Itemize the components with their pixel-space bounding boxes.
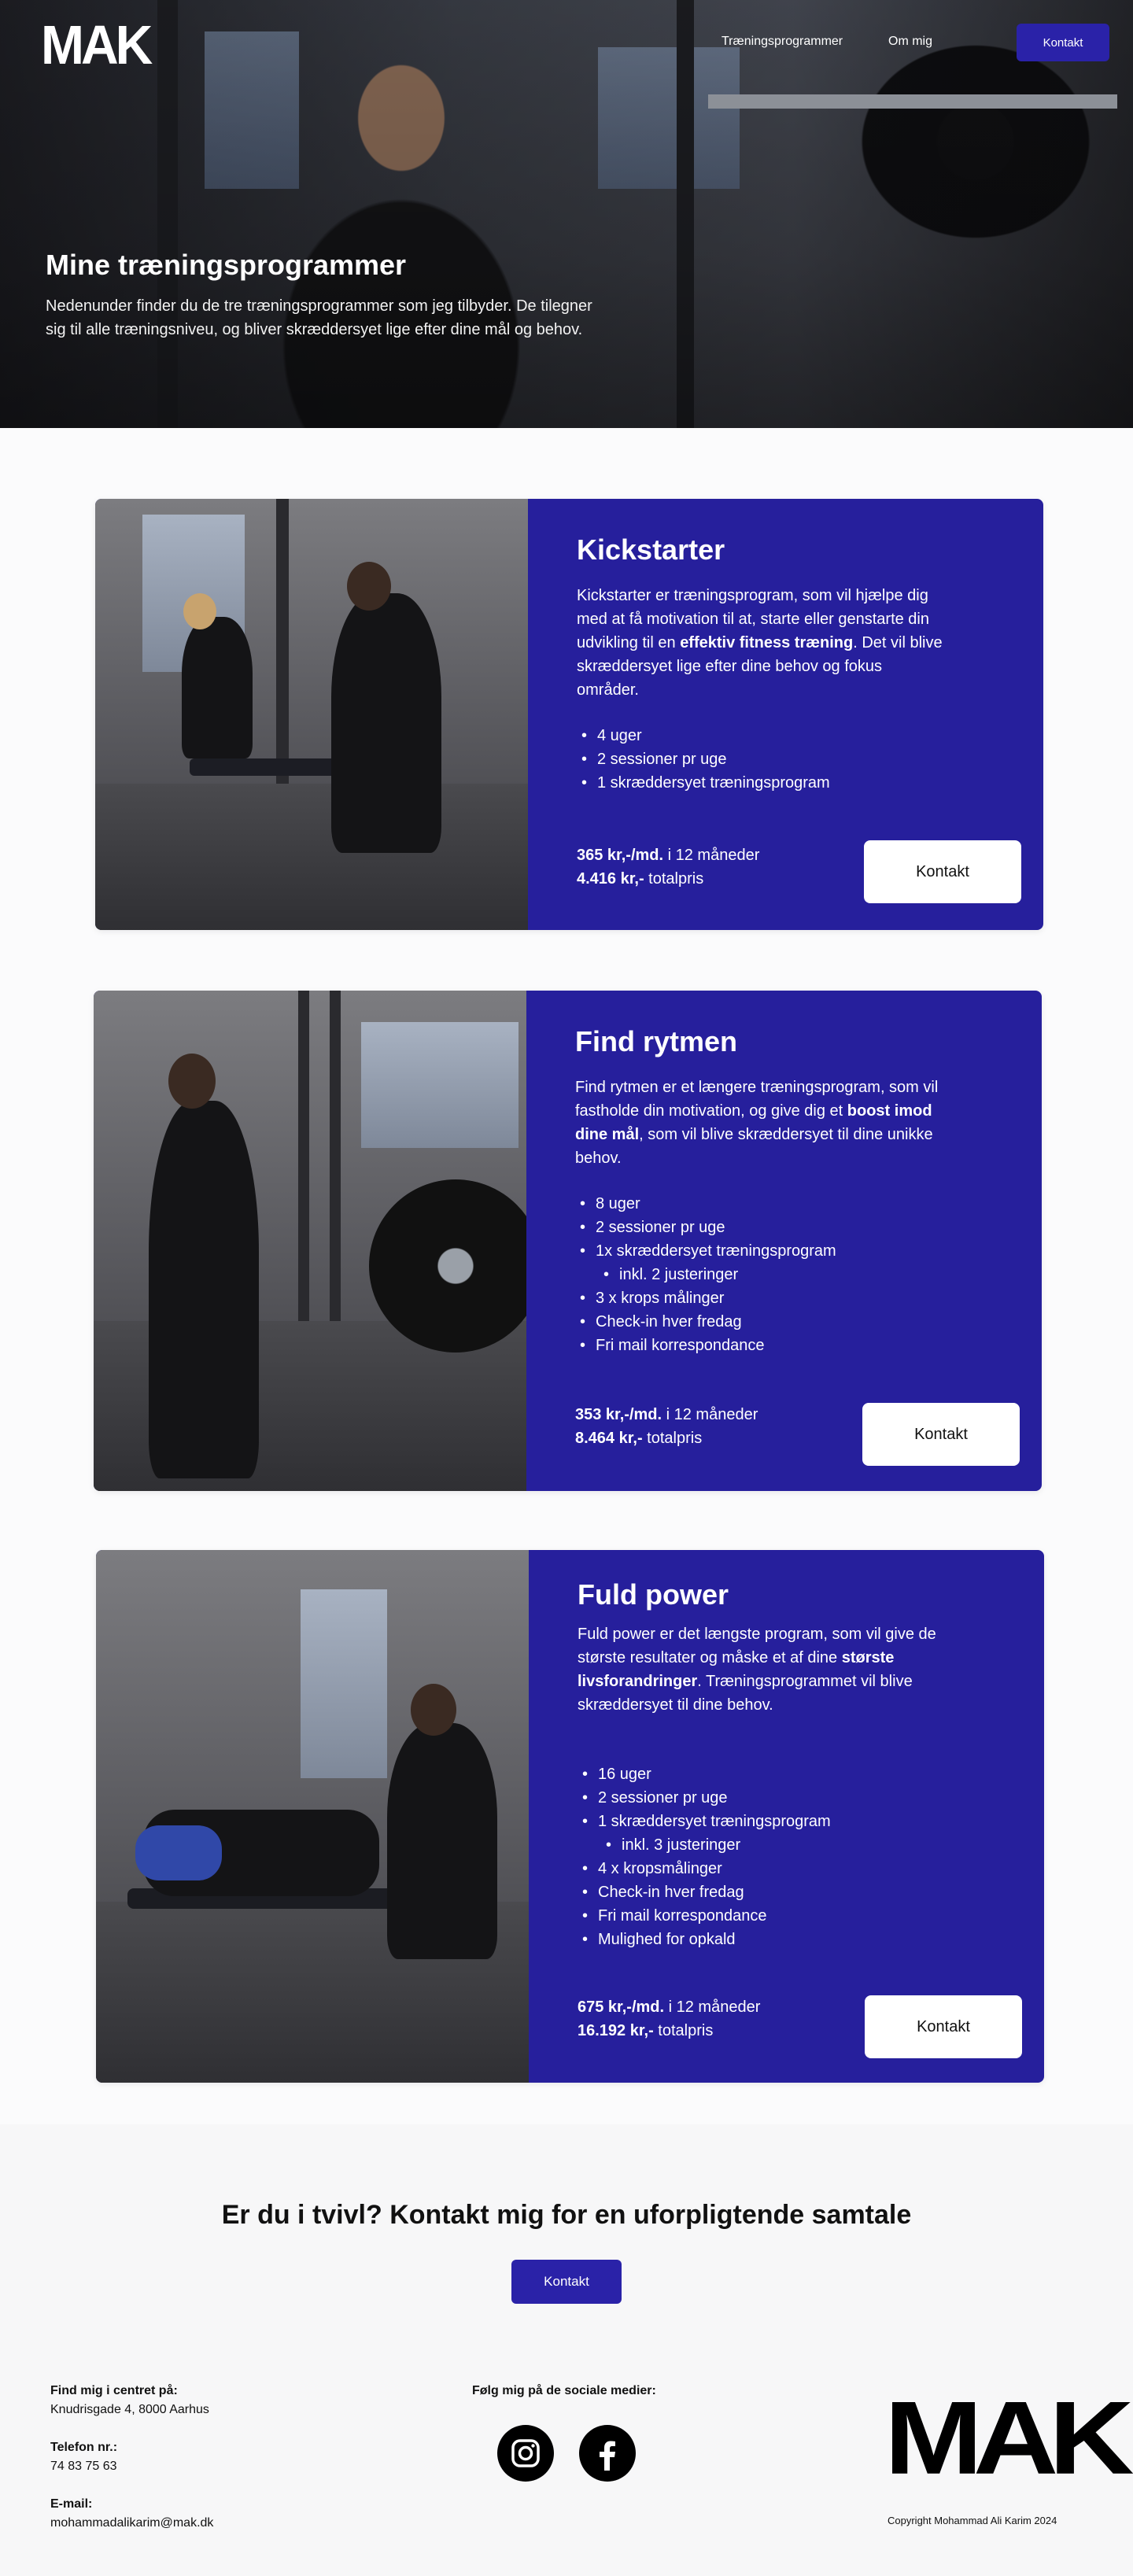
photo-floor: [95, 783, 528, 930]
feature-item: Mulighed for opkald: [578, 1928, 831, 1951]
contact-cta-button[interactable]: Kontakt: [511, 2260, 622, 2304]
program-photo: [94, 991, 526, 1491]
nav-link-programs[interactable]: Træningsprogrammer: [722, 35, 843, 49]
social-label: Følg mig på de sociale medier:: [472, 2384, 656, 2397]
photo-trainer-head: [347, 562, 391, 611]
program-description: Kickstarter er træningsprogram, som vil …: [577, 587, 943, 699]
footer: [0, 2124, 1133, 2576]
footer-logo: MAK: [884, 2379, 1133, 2496]
feature-item: 2 sessioner pr uge: [577, 747, 830, 771]
program-description: Find rytmen er et længere træningsprogra…: [575, 1079, 939, 1167]
program-contact-button[interactable]: Kontakt: [862, 1403, 1020, 1466]
feature-item: 8 uger: [575, 1192, 836, 1216]
feature-item: Check-in hver fredag: [575, 1310, 836, 1334]
location-label: Find mig i centret på:: [50, 2384, 178, 2397]
total-price: 16.192 kr,- totalpris: [578, 2022, 714, 2039]
photo-client-shorts: [135, 1825, 222, 1880]
feature-subitem: inkl. 2 justeringer: [575, 1263, 836, 1286]
program-title: Fuld power: [578, 1578, 729, 1611]
feature-item: 1 skræddersyet træningsprogram: [578, 1810, 831, 1833]
photo-trainer: [149, 1101, 259, 1478]
feature-item: 2 sessioner pr uge: [578, 1786, 831, 1810]
program-price: 365 kr,-/md. i 12 måneder 4.416 kr,- tot…: [577, 843, 759, 891]
monthly-price: 675 kr,-/md. i 12 måneder: [578, 1998, 761, 2016]
phone-label: Telefon nr.:: [50, 2441, 118, 2454]
feature-item: 3 x krops målinger: [575, 1286, 836, 1310]
facebook-icon[interactable]: [579, 2425, 636, 2482]
program-contact-button[interactable]: Kontakt: [865, 1995, 1022, 2058]
phone-value[interactable]: 74 83 75 63: [50, 2460, 117, 2474]
instagram-icon[interactable]: [497, 2425, 554, 2482]
monthly-price: 353 kr,-/md. i 12 måneder: [575, 1406, 758, 1423]
feature-item: 4 uger: [577, 724, 830, 747]
feature-item: 4 x kropsmålinger: [578, 1857, 831, 1880]
photo-trainer: [387, 1723, 497, 1959]
program-photo: [96, 1550, 529, 2083]
feature-item: Fri mail korrespondance: [575, 1334, 836, 1357]
feature-item: 2 sessioner pr uge: [575, 1216, 836, 1239]
email-value[interactable]: mohammadalikarim@mak.dk: [50, 2516, 213, 2530]
hero-description: Nedenunder finder du de tre træningsprog…: [46, 297, 592, 338]
photo-bench: [190, 758, 347, 776]
program-card-kickstarter: Kickstarter Kickstarter er træningsprogr…: [95, 499, 1043, 930]
photo-trainer: [331, 593, 441, 853]
program-details: Find rytmen Find rytmen er et længere tr…: [526, 991, 1042, 1491]
site-logo[interactable]: MAK: [41, 17, 153, 72]
photo-trainer-head: [168, 1054, 216, 1109]
copyright: Copyright Mohammad Ali Karim 2024: [888, 2515, 1057, 2526]
program-card-fuld-power: Fuld power Fuld power er det længste pro…: [96, 1550, 1044, 2083]
photo-trainer-head: [411, 1684, 456, 1736]
program-features: 8 uger 2 sessioner pr uge 1x skræddersye…: [575, 1192, 836, 1357]
hero-overlay: [0, 0, 1133, 428]
feature-item: 16 uger: [578, 1762, 831, 1786]
photo-client: [182, 617, 253, 758]
email-label: E-mail:: [50, 2497, 93, 2511]
program-details: Fuld power Fuld power er det længste pro…: [529, 1550, 1044, 2083]
program-features: 4 uger 2 sessioner pr uge 1 skræddersyet…: [577, 724, 830, 795]
feature-item: Check-in hver fredag: [578, 1880, 831, 1904]
nav-link-about[interactable]: Om mig: [888, 35, 932, 49]
program-price: 675 kr,-/md. i 12 måneder 16.192 kr,- to…: [578, 1995, 760, 2043]
program-details: Kickstarter Kickstarter er træningsprogr…: [528, 499, 1043, 930]
total-price: 4.416 kr,- totalpris: [577, 870, 704, 888]
feature-item: 1x skræddersyet træningsprogram: [575, 1239, 836, 1263]
hero-section: MAK Træningsprogrammer Om mig Kontakt Mi…: [0, 0, 1133, 428]
program-features: 16 uger 2 sessioner pr uge 1 skræddersye…: [578, 1762, 831, 1951]
contact-cta-heading: Er du i tvivl? Kontakt mig for en uforpl…: [221, 2200, 912, 2230]
program-card-find-rytmen: Find rytmen Find rytmen er et længere tr…: [94, 991, 1042, 1491]
feature-item: Fri mail korrespondance: [578, 1904, 831, 1928]
program-title: Kickstarter: [577, 533, 725, 566]
nav-contact-button[interactable]: Kontakt: [1017, 24, 1109, 61]
monthly-price: 365 kr,-/md. i 12 måneder: [577, 847, 760, 864]
program-description: Fuld power er det længste program, som v…: [578, 1626, 936, 1714]
photo-window: [301, 1589, 387, 1778]
photo-client-head: [183, 593, 216, 629]
photo-window: [361, 1022, 519, 1148]
program-photo: [95, 499, 528, 930]
program-title: Find rytmen: [575, 1025, 738, 1057]
feature-subitem: inkl. 3 justeringer: [578, 1833, 831, 1857]
program-contact-button[interactable]: Kontakt: [864, 840, 1021, 903]
program-price: 353 kr,-/md. i 12 måneder 8.464 kr,- tot…: [575, 1403, 758, 1450]
feature-item: 1 skræddersyet træningsprogram: [577, 771, 830, 795]
location-value: Knudrisgade 4, 8000 Aarhus: [50, 2403, 209, 2416]
page-title: Mine træningsprogrammer: [46, 249, 407, 281]
total-price: 8.464 kr,- totalpris: [575, 1430, 703, 1447]
